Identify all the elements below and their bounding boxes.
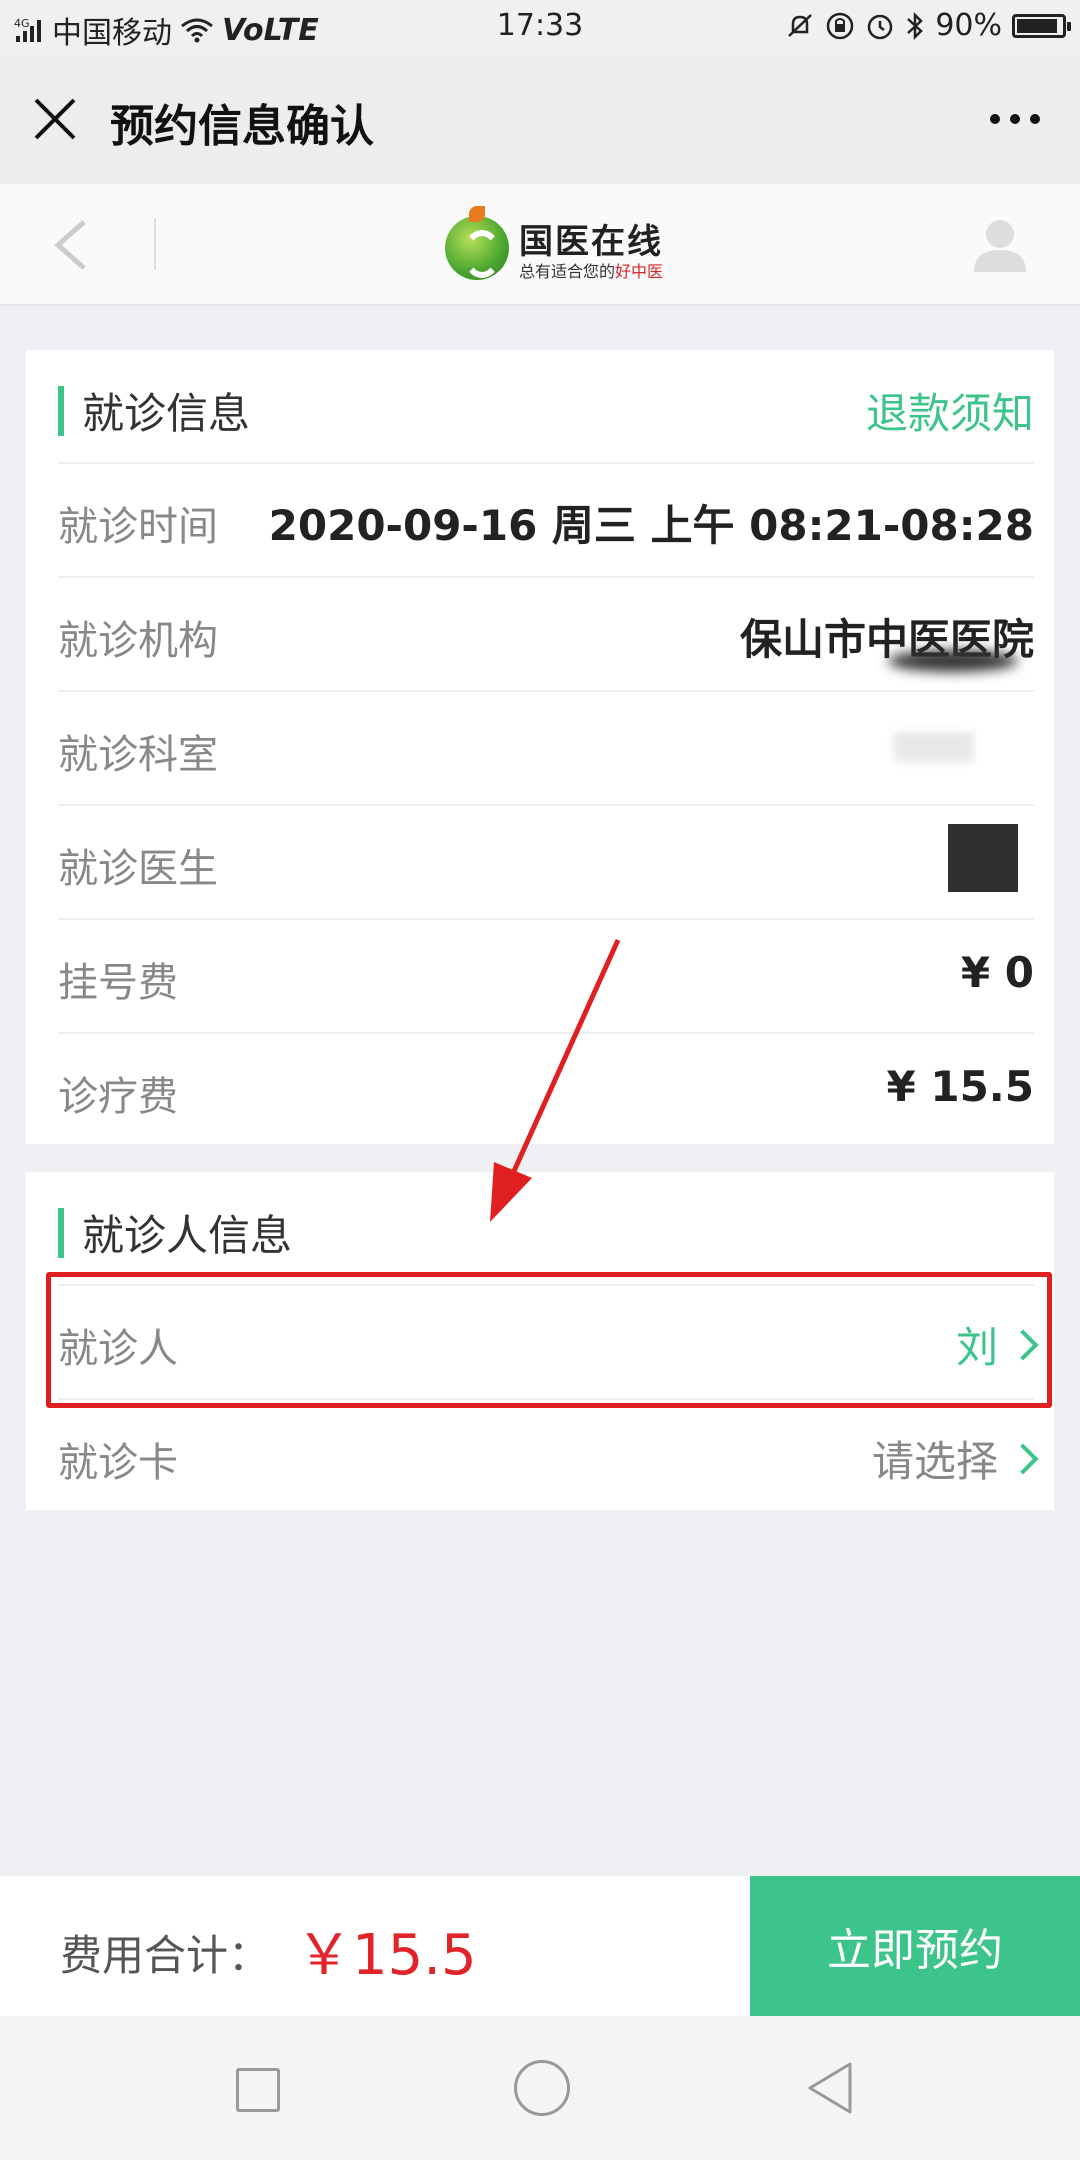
- battery-icon: [1012, 13, 1071, 38]
- nav-back-icon[interactable]: [804, 2060, 856, 2116]
- highlight-annotation-box: [46, 1272, 1052, 1408]
- visit-info-header: 就诊信息 退款须知: [26, 350, 1054, 462]
- rotation-lock-icon: [827, 12, 854, 39]
- row-label: 就诊机构: [58, 618, 218, 664]
- visit-info-card: 就诊信息 退款须知 就诊时间 2020-09-16 周三 上午 08:21-08…: [26, 350, 1054, 1144]
- patient-info-title: 就诊人信息: [82, 1211, 293, 1260]
- visit-time-value: 2020-09-16 周三 上午 08:21-08:28: [268, 501, 1034, 550]
- title-bar: 预约信息确认: [0, 56, 1080, 184]
- registration-fee-row: 挂号费 ¥ 0: [58, 918, 1034, 1032]
- logo-emblem-icon: [445, 216, 509, 280]
- patient-info-header: 就诊人信息: [26, 1172, 1054, 1284]
- recent-apps-icon[interactable]: [236, 2068, 280, 2112]
- home-icon[interactable]: [514, 2060, 570, 2116]
- treatment-fee-value: ¥ 15.5: [886, 1062, 1034, 1111]
- row-label: 就诊科室: [58, 732, 218, 778]
- page-title: 预约信息确认: [110, 101, 374, 152]
- row-label: 就诊卡: [58, 1440, 178, 1486]
- treatment-fee-row: 诊疗费 ¥ 15.5: [58, 1032, 1034, 1146]
- refund-policy-link[interactable]: 退款须知: [866, 380, 1034, 441]
- bluetooth-icon: [907, 11, 924, 40]
- visit-doctor-row: 就诊医生: [58, 804, 1034, 918]
- app-logo: 国医在线 总有适合您的好中医: [445, 206, 685, 284]
- logo-sprout-icon: [469, 206, 485, 222]
- total-label: 费用合计：: [60, 1931, 271, 1980]
- visit-department-row: 就诊科室: [58, 690, 1034, 804]
- mute-icon: [788, 13, 813, 37]
- row-label: 就诊时间: [58, 504, 218, 550]
- battery-level-fill: [1017, 18, 1057, 33]
- registration-fee-value: ¥ 0: [960, 948, 1034, 997]
- total-amount: ￥15.5: [296, 1923, 477, 1988]
- row-label: 挂号费: [58, 960, 178, 1006]
- card-select-row[interactable]: 就诊卡 请选择: [58, 1398, 1039, 1512]
- battery-percent: 90%: [935, 8, 1002, 43]
- book-now-button[interactable]: 立即预约: [750, 1876, 1080, 2016]
- close-icon[interactable]: [32, 96, 78, 142]
- section-accent-bar: [58, 1208, 64, 1258]
- redaction-mark: [888, 650, 1018, 672]
- redaction-mark: [894, 732, 974, 762]
- section-accent-bar: [58, 386, 64, 436]
- visit-hospital-row: 就诊机构 保山市中医医院: [58, 576, 1034, 690]
- system-nav-bar: [0, 2016, 1080, 2160]
- app-header: 国医在线 总有适合您的好中医: [0, 184, 1080, 306]
- header-divider: [154, 218, 156, 270]
- redaction-mark: [948, 824, 1018, 892]
- visit-info-title: 就诊信息: [82, 389, 251, 438]
- more-icon[interactable]: [990, 114, 1040, 124]
- logo-slogan: 总有适合您的好中医: [519, 262, 664, 281]
- card-value[interactable]: 请选择: [872, 1428, 1039, 1489]
- status-bar: 4G 中国移动 VoLTE 17:33 90%: [0, 0, 1080, 56]
- visit-time-row: 就诊时间 2020-09-16 周三 上午 08:21-08:28: [58, 462, 1034, 576]
- bottom-action-bar: 费用合计： ￥15.5 立即预约: [0, 1876, 1080, 2016]
- logo-name: 国医在线: [519, 222, 663, 262]
- alarm-icon: [868, 14, 893, 39]
- back-chevron-icon[interactable]: [50, 218, 90, 272]
- row-label: 诊疗费: [58, 1074, 178, 1120]
- chevron-right-icon: [1007, 1443, 1039, 1475]
- row-label: 就诊医生: [58, 846, 218, 892]
- user-avatar-icon[interactable]: [970, 214, 1030, 274]
